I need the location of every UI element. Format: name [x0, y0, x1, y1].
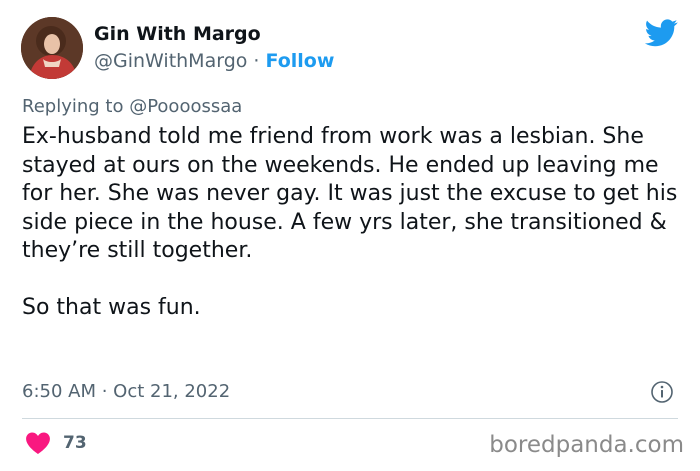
tweet-body: Ex-husband told me friend from work was … [22, 123, 682, 323]
tweet-paragraph: Ex-husband told me friend from work was … [22, 124, 678, 263]
reply-handle-link[interactable]: @Poooossaa [129, 96, 242, 117]
handle-line: @GinWithMargo · Follow [94, 50, 334, 72]
tweet-card: Gin With Margo @GinWithMargo · Follow Re… [0, 0, 700, 471]
avatar[interactable] [21, 17, 83, 79]
info-icon[interactable] [650, 380, 674, 404]
reply-prefix: Replying to [22, 96, 130, 117]
watermark: boredpanda.com [489, 432, 684, 458]
separator: · [247, 50, 266, 72]
divider [22, 418, 678, 419]
twitter-bird-icon[interactable] [645, 19, 678, 47]
user-handle[interactable]: @GinWithMargo [94, 50, 247, 72]
display-name[interactable]: Gin With Margo [94, 23, 261, 45]
follow-button[interactable]: Follow [266, 50, 335, 72]
like-count: 73 [63, 433, 87, 453]
reply-line: Replying to @Poooossaa [22, 96, 242, 117]
heart-icon[interactable] [25, 431, 51, 455]
tweet-paragraph: So that was fun. [22, 295, 201, 320]
tweet-timestamp[interactable]: 6:50 AM · Oct 21, 2022 [22, 381, 230, 402]
avatar-portrait-icon [21, 17, 83, 79]
